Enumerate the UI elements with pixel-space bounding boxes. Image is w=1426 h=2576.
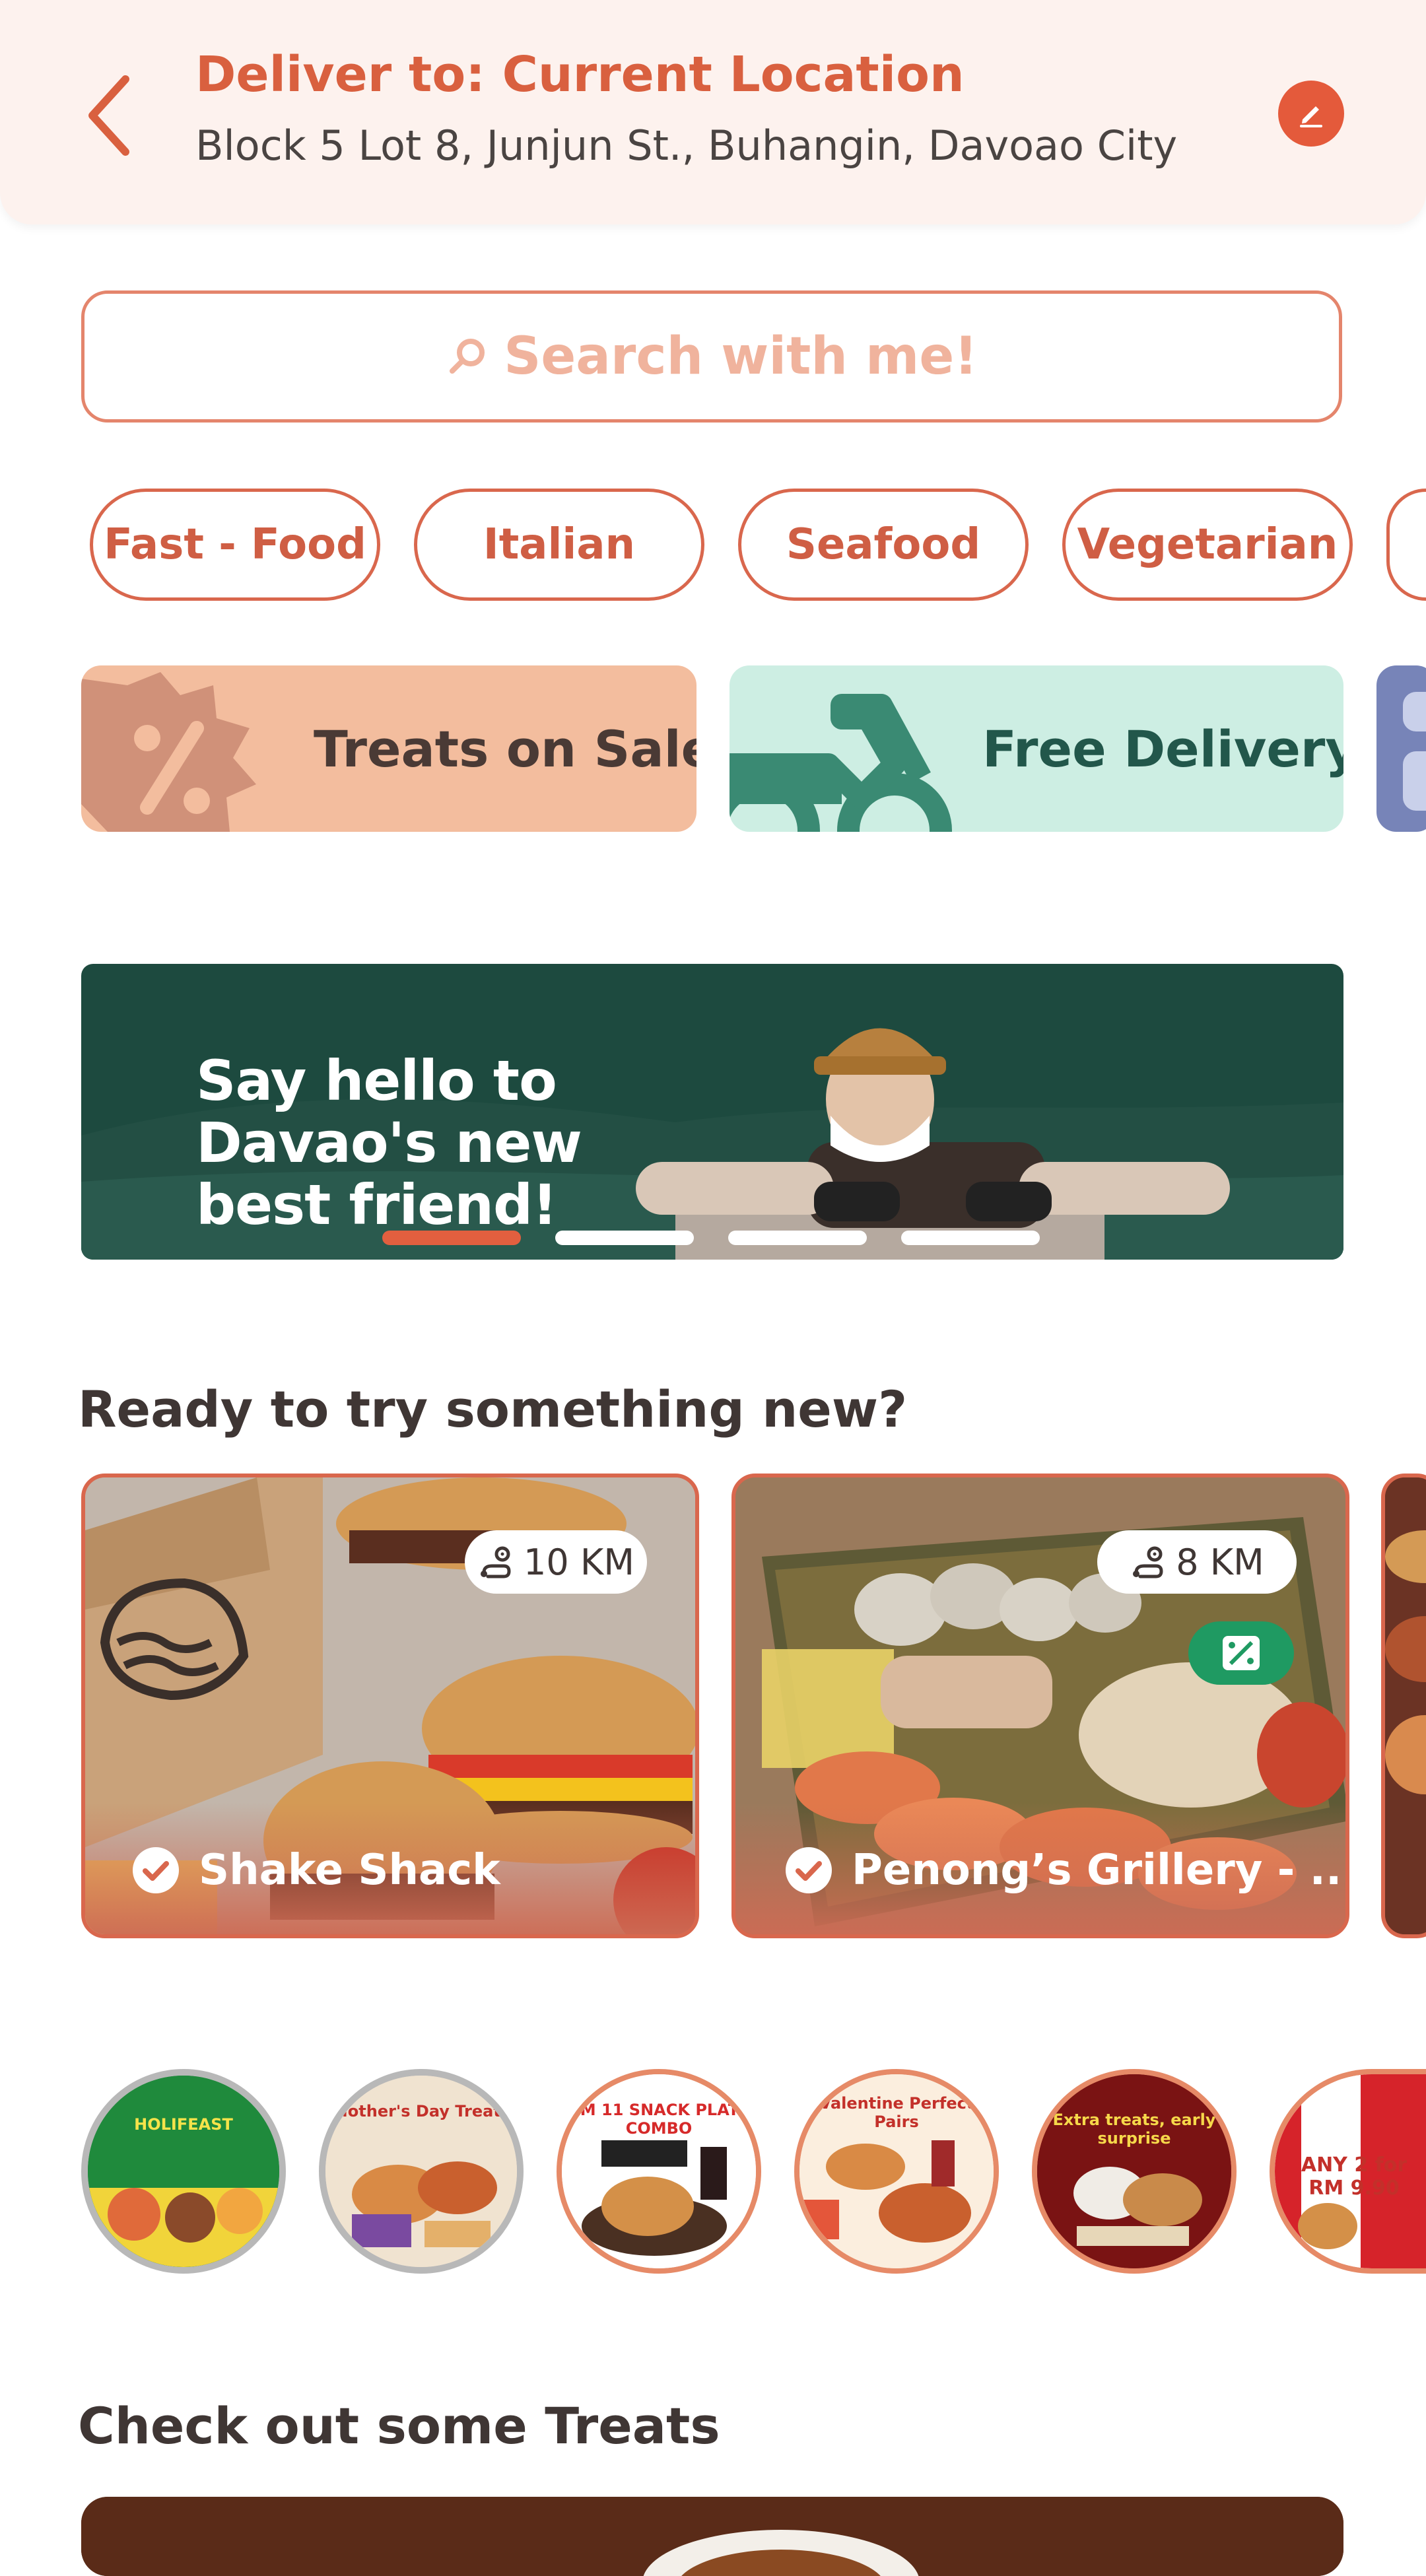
promo-label-delivery: Free Delivery: [982, 719, 1343, 778]
deal-image: [1037, 2074, 1231, 2268]
distance-badge: 8 KM: [1097, 1530, 1297, 1594]
carousel-dot[interactable]: [555, 1231, 694, 1245]
deal-title: Valentine Perfect Pairs: [819, 2094, 974, 2131]
section-title-treats: Check out some Treats: [78, 2396, 720, 2455]
distance-text: 8 KM: [1176, 1541, 1264, 1583]
deal-circle-mothers-day[interactable]: Mother's Day Treats: [319, 2069, 524, 2274]
coupon-icon: [1403, 692, 1426, 811]
deal-circle-holifeast[interactable]: HOLIFEAST: [81, 2069, 286, 2274]
distance-badge: 10 KM: [465, 1530, 647, 1594]
deal-title: ANY 2 for RM 9.90: [1301, 2153, 1408, 2200]
category-chip-italian[interactable]: Italian: [414, 489, 704, 601]
edit-address-button[interactable]: [1278, 81, 1344, 147]
verified-check-icon: [786, 1847, 832, 1893]
location-header: [0, 0, 1426, 224]
treats-image: [81, 2497, 1343, 2576]
promo-more-tile[interactable]: [1376, 665, 1426, 832]
promo-free-delivery[interactable]: Free Delivery: [730, 665, 1343, 832]
search-placeholder: Search with me!: [504, 327, 978, 386]
restaurant-name: Shake Shack: [199, 1846, 500, 1895]
deal-title: Mother's Day Treats: [331, 2102, 511, 2120]
treats-card[interactable]: [81, 2497, 1343, 2576]
category-chip-fast-food[interactable]: Fast - Food: [90, 489, 380, 601]
deal-circle-valentine[interactable]: Valentine Perfect Pairs: [794, 2069, 999, 2274]
route-icon: [1133, 1546, 1163, 1578]
hero-banner[interactable]: Say hello to Davao's new best friend!: [81, 964, 1343, 1260]
banner-headline-line2: Davao's new: [196, 1110, 582, 1175]
discount-tag-icon: [1188, 1621, 1294, 1685]
banner-headline-line3: best friend!: [196, 1172, 557, 1237]
deal-image: [88, 2076, 279, 2267]
route-icon: [481, 1546, 511, 1578]
motorcycle-icon: [730, 694, 952, 832]
banner-headline-line1: Say hello to: [196, 1048, 557, 1113]
sale-badge-icon: [81, 672, 256, 832]
category-chip-more[interactable]: [1386, 489, 1426, 601]
pencil-icon: [1300, 106, 1322, 127]
restaurant-photo: [1385, 1477, 1426, 1934]
restaurant-name-row: Shake Shack: [133, 1846, 500, 1895]
search-icon: [450, 339, 485, 374]
delivery-address[interactable]: Block 5 Lot 8, Junjun St., Buhangin, Dav…: [195, 121, 1177, 170]
carousel-dot-active[interactable]: [382, 1231, 521, 1245]
deal-title: Extra treats, early surprise: [1052, 2111, 1216, 2148]
distance-text: 10 KM: [524, 1541, 634, 1583]
restaurant-name: Penong’s Grillery - ...: [852, 1846, 1349, 1895]
banner-headline: Say hello to Davao's new best friend!: [196, 1050, 582, 1236]
deal-circle-early-surprise[interactable]: Extra treats, early surprise: [1032, 2069, 1237, 2274]
restaurant-card[interactable]: 8 KM Penong’s Grillery - ...: [731, 1474, 1349, 1938]
category-chip-seafood[interactable]: Seafood: [738, 489, 1029, 601]
deal-circle-snack-plate[interactable]: RM 11 SNACK PLATE COMBO: [557, 2069, 761, 2274]
back-arrow-icon[interactable]: [79, 69, 139, 162]
promo-label-sale: Treats on Sale: [314, 719, 696, 778]
verified-check-icon: [133, 1847, 179, 1893]
restaurant-name-row: Penong’s Grillery - ...: [786, 1846, 1349, 1895]
category-chip-vegetarian[interactable]: Vegetarian: [1062, 489, 1353, 601]
deal-circle-any-2[interactable]: ANY 2 for RM 9.90: [1270, 2069, 1426, 2274]
deal-title: HOLIFEAST: [134, 2115, 233, 2134]
carousel-dot[interactable]: [728, 1231, 867, 1245]
deal-title: RM 11 SNACK PLATE COMBO: [568, 2101, 750, 2138]
deliver-to-label[interactable]: Deliver to: Current Location: [195, 46, 965, 103]
search-input[interactable]: Search with me!: [81, 290, 1342, 423]
restaurant-card[interactable]: 10 KM Shake Shack: [81, 1474, 699, 1938]
promo-treats-on-sale[interactable]: Treats on Sale: [81, 665, 696, 832]
carousel-dot[interactable]: [901, 1231, 1040, 1245]
restaurant-card-partial[interactable]: [1381, 1474, 1426, 1938]
section-title-new: Ready to try something new?: [78, 1380, 908, 1439]
